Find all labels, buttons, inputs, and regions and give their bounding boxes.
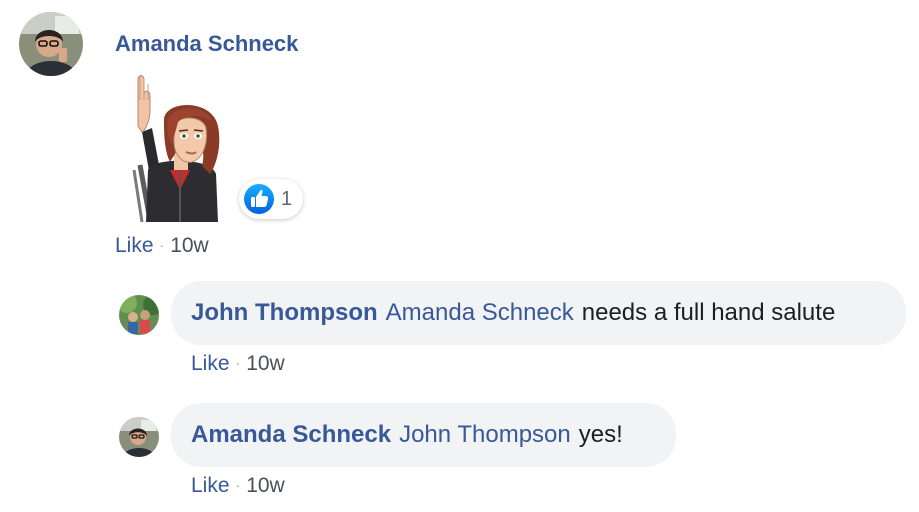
timestamp[interactable]: 10w [246, 474, 285, 497]
reply-actions: Like · 10w [191, 352, 285, 376]
reply-bubble: John Thompson Amanda Schneck needs a ful… [171, 281, 906, 345]
reply-actions: Like · 10w [191, 474, 285, 498]
comment-actions: Like · 10w [115, 234, 209, 258]
like-link[interactable]: Like [191, 474, 230, 497]
reaction-badge[interactable]: 1 [239, 179, 303, 219]
avatar[interactable] [119, 295, 159, 335]
separator-dot: · [235, 355, 241, 371]
reply-text: yes! [578, 421, 623, 448]
comment-author[interactable]: Amanda Schneck [115, 31, 298, 57]
reply-mention[interactable]: Amanda Schneck [386, 299, 574, 327]
avatar[interactable] [119, 417, 159, 457]
like-link[interactable]: Like [191, 352, 230, 375]
separator-dot: · [159, 237, 165, 253]
separator-dot: · [235, 477, 241, 493]
timestamp[interactable]: 10w [170, 234, 209, 257]
like-link[interactable]: Like [115, 234, 154, 257]
raised-hand-salute-sticker [120, 70, 230, 230]
like-thumbs-up-icon [243, 183, 275, 215]
reaction-count: 1 [281, 187, 293, 210]
reply-author[interactable]: John Thompson [191, 299, 378, 327]
avatar[interactable] [19, 12, 83, 76]
reply-mention[interactable]: John Thompson [399, 421, 571, 449]
timestamp[interactable]: 10w [246, 352, 285, 375]
reply-text: needs a full hand salute [581, 299, 836, 326]
reply-bubble: Amanda Schneck John Thompson yes! [171, 403, 676, 467]
reply-author[interactable]: Amanda Schneck [191, 421, 391, 449]
